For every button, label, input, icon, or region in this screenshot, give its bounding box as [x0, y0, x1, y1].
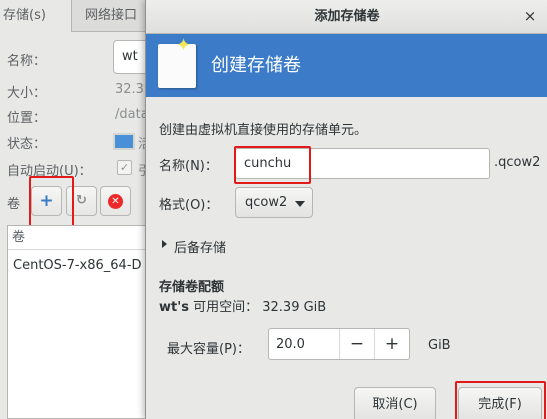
- format-value: qcow2: [245, 195, 288, 210]
- pool-name-label: 名称：: [7, 54, 47, 69]
- decrement-button[interactable]: −: [339, 329, 374, 359]
- max-capacity-label: 最大容量(P)：: [167, 342, 250, 357]
- highlight-add-volume: [29, 176, 74, 232]
- cancel-button[interactable]: 取消(C): [354, 387, 436, 419]
- max-capacity-value[interactable]: 20.0: [276, 337, 305, 352]
- tab-storage[interactable]: 存储(s): [0, 0, 72, 32]
- chevron-down-icon: [295, 201, 305, 207]
- tab-network-interfaces[interactable]: 网络接口: [85, 0, 137, 32]
- delete-volume-button[interactable]: ✕: [100, 186, 131, 216]
- available-space-value: 32.39 GiB: [262, 300, 327, 315]
- add-storage-volume-dialog: 添加存储卷 × ✦ 创建存储卷 创建由虚拟机直接使用的存储单元。 名称(N)： …: [145, 0, 547, 419]
- quota-heading: 存储卷配额: [159, 280, 225, 295]
- volumes-label: 卷: [7, 197, 21, 212]
- pool-state-label: 状态：: [7, 137, 47, 152]
- pool-location-value: /data: [115, 107, 149, 122]
- monitor-icon: [113, 133, 135, 150]
- refresh-icon: ↻: [76, 193, 87, 208]
- backing-store-expander[interactable]: 后备存储: [174, 237, 226, 256]
- capacity-unit: GiB: [428, 338, 451, 353]
- volume-name-suffix: .qcow2: [494, 155, 541, 170]
- volume-list-header: 卷: [8, 226, 149, 250]
- dialog-banner: ✦ 创建存储卷: [146, 34, 547, 97]
- available-space: wt's 可用空间： 32.39 GiB: [159, 296, 326, 315]
- dialog-titlebar: 添加存储卷 ×: [146, 0, 547, 34]
- autostart-checkbox[interactable]: ✓: [117, 160, 132, 175]
- pool-name-ref: wt's: [159, 300, 189, 315]
- volume-name-label: 名称(N)：: [159, 159, 218, 174]
- format-dropdown[interactable]: qcow2: [235, 187, 313, 218]
- dialog-description: 创建由虚拟机直接使用的存储单元。: [159, 123, 368, 138]
- dialog-title: 添加存储卷: [314, 9, 380, 24]
- background-tab-bar: 存储(s) 网络接口: [0, 0, 150, 32]
- expander-arrow-icon[interactable]: [162, 240, 167, 248]
- format-label: 格式(O)：: [159, 198, 219, 213]
- list-item[interactable]: CentOS-7-x86_64-D: [8, 250, 149, 273]
- max-capacity-spinner[interactable]: 20.0 − +: [268, 328, 410, 360]
- increment-button[interactable]: +: [374, 329, 409, 359]
- available-space-label: 可用空间：: [193, 300, 259, 315]
- highlight-finish: [455, 381, 546, 419]
- banner-title: 创建存储卷: [211, 55, 301, 76]
- volume-list: 卷 CentOS-7-x86_64-D: [7, 225, 150, 419]
- delete-icon: ✕: [108, 194, 123, 209]
- pool-size-label: 大小：: [7, 86, 47, 101]
- star-icon: ✦: [176, 35, 192, 56]
- highlight-name-input: [234, 146, 311, 184]
- close-icon[interactable]: ×: [518, 0, 542, 33]
- pool-location-label: 位置：: [7, 111, 47, 126]
